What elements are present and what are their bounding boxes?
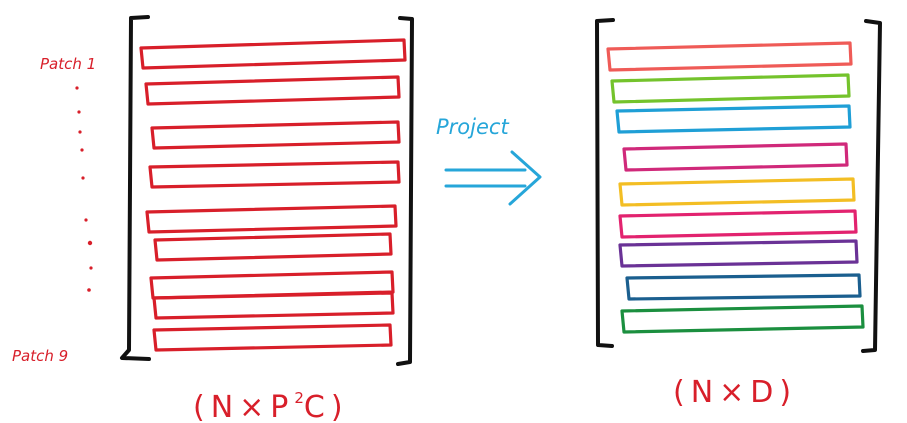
patch-ellipsis-dots (75, 86, 93, 292)
left-matrix-rows (139, 38, 407, 352)
ellipsis-dot (78, 130, 82, 134)
patch-9-label: Patch 9 (12, 347, 68, 365)
ellipsis-dot (77, 110, 81, 114)
right-row-9 (620, 304, 865, 334)
left-row-4 (148, 160, 401, 189)
right-matrix (595, 18, 882, 353)
right-row-8 (625, 273, 862, 301)
patch-projection-diagram: Patch 1 Patch 9 (N×P2C) Project (N×D) (12, 15, 882, 423)
right-row-7 (618, 239, 859, 268)
left-matrix (120, 15, 414, 366)
left-row-5 (145, 204, 398, 234)
ellipsis-dot (87, 240, 93, 246)
right-matrix-rows (606, 41, 865, 334)
right-row-4 (622, 142, 849, 172)
patch-1-label: Patch 1 (40, 55, 96, 73)
right-row-3 (615, 104, 852, 134)
left-row-6 (153, 232, 393, 262)
right-row-1 (606, 41, 853, 72)
arrow-head (508, 150, 542, 206)
projection-arrow: Project (436, 115, 542, 206)
ellipsis-dot (87, 288, 91, 292)
left-row-8 (152, 291, 395, 320)
ellipsis-dot (75, 86, 79, 90)
left-dimension-label: (N×P2C) (193, 389, 349, 423)
left-row-9 (152, 323, 393, 352)
right-row-5 (618, 177, 856, 207)
project-label: Project (436, 115, 509, 139)
ellipsis-dot (80, 148, 84, 152)
ellipsis-dot (84, 218, 88, 222)
ellipsis-dot (89, 266, 93, 270)
left-row-2 (144, 75, 401, 106)
ellipsis-dot (81, 176, 85, 180)
right-matrix-right-bracket (861, 19, 882, 353)
right-dimension-label: (N×D) (673, 375, 797, 410)
left-matrix-right-bracket (396, 16, 414, 366)
right-row-6 (618, 209, 858, 239)
left-row-1 (139, 38, 407, 70)
right-row-2 (610, 73, 851, 104)
left-row-3 (150, 120, 401, 150)
